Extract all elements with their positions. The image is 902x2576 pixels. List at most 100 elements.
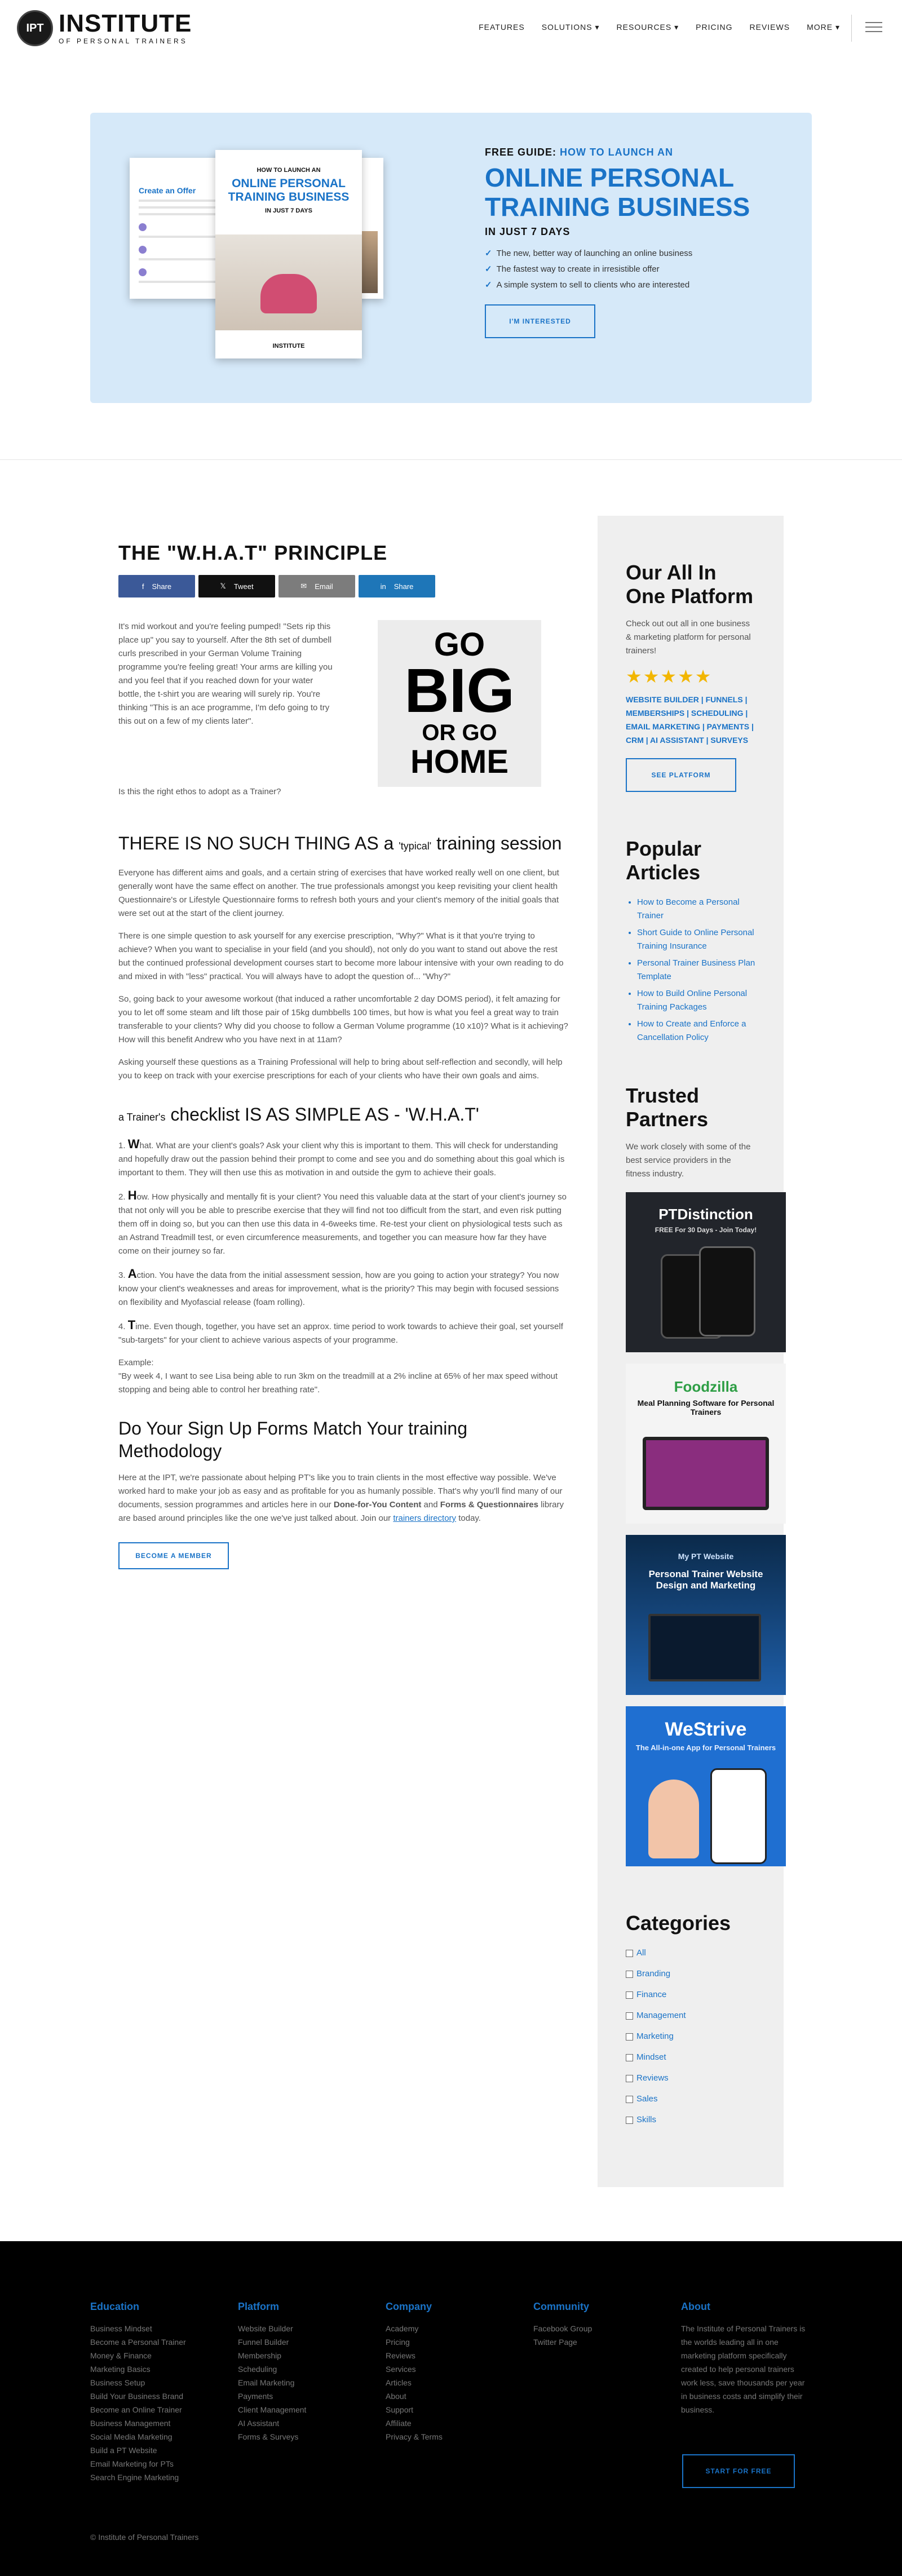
footer-link[interactable]: Affiliate <box>386 2416 493 2430</box>
nav-more[interactable]: MORE ▾ <box>807 23 840 32</box>
category-item[interactable]: Branding <box>626 1967 755 1981</box>
category-item[interactable]: Reviews <box>626 2072 755 2085</box>
menu-icon[interactable] <box>865 22 882 33</box>
footer-link[interactable]: Build Your Business Brand <box>90 2389 197 2403</box>
category-item[interactable]: Finance <box>626 1988 755 2002</box>
checkbox-icon <box>626 1991 633 1999</box>
foodzilla-ad[interactable]: Foodzilla Meal Planning Software for Per… <box>626 1364 786 1524</box>
checkbox-icon <box>626 2095 633 2103</box>
mypt-website-ad[interactable]: My PT Website Personal Trainer Website D… <box>626 1535 786 1695</box>
popular-article-link[interactable]: How to Create and Enforce a Cancellation… <box>637 1017 755 1044</box>
footer-link[interactable]: Support <box>386 2403 493 2416</box>
hero-subtitle: IN JUST 7 DAYS <box>485 226 571 237</box>
category-item[interactable]: Mindset <box>626 2051 755 2064</box>
footer-link[interactable]: Reviews <box>386 2349 493 2362</box>
category-item[interactable]: Marketing <box>626 2030 755 2043</box>
closing-paragraph: Here at the IPT, we're passionate about … <box>118 1473 564 1523</box>
hero-bullet: ✓ The new, better way of launching an onl… <box>485 249 693 258</box>
cover-photo <box>215 234 362 330</box>
popular-article-link[interactable]: How to Build Online Personal Training Pa… <box>637 987 755 1014</box>
x-icon: 𝕏 <box>220 582 226 590</box>
nav-solutions[interactable]: SOLUTIONS ▾ <box>542 23 600 32</box>
footer-heading: Platform <box>238 2301 280 2312</box>
nav-features[interactable]: FEATURES <box>479 23 525 32</box>
logo-badge: IPT <box>17 10 53 46</box>
footer-heading: Community <box>533 2301 589 2312</box>
footer-link[interactable]: Email Marketing <box>238 2376 345 2389</box>
site-logo[interactable]: IPT INSTITUTE OF PERSONAL TRAINERS <box>17 10 192 46</box>
nav-reviews[interactable]: REVIEWS <box>750 23 790 32</box>
see-platform-button[interactable]: SEE PLATFORM <box>626 758 736 792</box>
trainers-directory-link[interactable]: trainers directory <box>393 1513 456 1523</box>
footer-link[interactable]: Articles <box>386 2376 493 2389</box>
platform-text: Check out out all in one business & mark… <box>626 619 751 656</box>
category-item[interactable]: Sales <box>626 2092 755 2106</box>
footer-link[interactable]: Build a PT Website <box>90 2444 197 2457</box>
popular-article-link[interactable]: Short Guide to Online Personal Training … <box>637 926 755 953</box>
nav-pricing[interactable]: PRICING <box>696 23 732 32</box>
footer-link[interactable]: Services <box>386 2362 493 2376</box>
footer-link[interactable]: Money & Finance <box>90 2349 197 2362</box>
logo-title: INSTITUTE <box>59 10 192 37</box>
footer-heading: Education <box>90 2301 140 2312</box>
categories-title: Categories <box>626 1911 731 1935</box>
platform-feature-links[interactable]: WEBSITE BUILDER | FUNNELS | MEMBERSHIPS … <box>626 693 755 747</box>
email-share-button[interactable]: ✉ Email <box>278 575 355 597</box>
star-rating-icon: ★★★★★ <box>626 666 713 687</box>
footer-link[interactable]: Forms & Surveys <box>238 2430 345 2444</box>
hero-bullet: ✓ A simple system to sell to clients who … <box>485 280 690 290</box>
footer-link[interactable]: Pricing <box>386 2335 493 2349</box>
checklist-time: 4. Time. Even though, together, you have… <box>118 1318 563 1345</box>
foodzilla-title: Foodzilla <box>674 1378 738 1395</box>
free-guide-banner: Create an Offer HOW TO LAUNCH AN ONLINE … <box>90 113 812 403</box>
start-for-free-button[interactable]: START FOR FREE <box>682 2454 795 2488</box>
paragraph: There is one simple question to ask your… <box>118 931 564 981</box>
linkedin-share-button[interactable]: in Share <box>359 575 435 597</box>
done-for-you-link[interactable]: Done-for-You Content <box>334 1500 422 1510</box>
footer-link[interactable]: Business Management <box>90 2416 197 2430</box>
facebook-share-button[interactable]: f Share <box>118 575 195 597</box>
popular-article-link[interactable]: How to Become a Personal Trainer <box>637 896 755 923</box>
footer-link[interactable]: Search Engine Marketing <box>90 2471 197 2484</box>
footer-link[interactable]: Marketing Basics <box>90 2362 197 2376</box>
footer-link[interactable]: Twitter Page <box>533 2335 640 2349</box>
section-divider <box>0 459 902 460</box>
ptdistinction-ad[interactable]: PTDistinction FREE For 30 Days - Join To… <box>626 1192 786 1352</box>
category-item[interactable]: All <box>626 1946 755 1960</box>
footer-link[interactable]: Client Management <box>238 2403 345 2416</box>
footer-about: About The Institute of Personal Trainers… <box>681 2301 811 2416</box>
nav-resources[interactable]: RESOURCES ▾ <box>617 23 679 32</box>
forms-link[interactable]: Forms & Questionnaires <box>440 1500 538 1510</box>
footer-link[interactable]: Academy <box>386 2322 493 2335</box>
article: THE "W.H.A.T" PRINCIPLE f Share 𝕏 Tweet ✉ E… <box>118 541 569 1569</box>
footer-link[interactable]: Business Setup <box>90 2376 197 2389</box>
footer-link[interactable]: Become an Online Trainer <box>90 2403 197 2416</box>
footer-link[interactable]: About <box>386 2389 493 2403</box>
paragraph: Everyone has different aims and goals, a… <box>118 868 559 918</box>
category-item[interactable]: Skills <box>626 2113 755 2127</box>
section-heading-typical: THERE IS NO SUCH THING AS a 'typical' tr… <box>118 833 562 853</box>
footer-link[interactable]: Payments <box>238 2389 345 2403</box>
check-icon: ✓ <box>485 264 492 274</box>
copyright: © Institute of Personal Trainers <box>90 2533 199 2542</box>
im-interested-button[interactable]: I'M INTERESTED <box>485 304 595 338</box>
footer-link[interactable]: Email Marketing for PTs <box>90 2457 197 2471</box>
footer-link[interactable]: Website Builder <box>238 2322 345 2335</box>
become-member-button[interactable]: BECOME A MEMBER <box>118 1542 229 1569</box>
westrive-ad[interactable]: WeStrive The All-in-one App for Personal… <box>626 1706 786 1866</box>
footer-link[interactable]: Facebook Group <box>533 2322 640 2335</box>
footer-heading: Company <box>386 2301 432 2312</box>
footer-link[interactable]: Privacy & Terms <box>386 2430 493 2444</box>
footer-link[interactable]: Become a Personal Trainer <box>90 2335 197 2349</box>
footer-link[interactable]: Business Mindset <box>90 2322 197 2335</box>
footer-link[interactable]: AI Assistant <box>238 2416 345 2430</box>
x-share-button[interactable]: 𝕏 Tweet <box>198 575 275 597</box>
footer-link[interactable]: Funnel Builder <box>238 2335 345 2349</box>
category-item[interactable]: Management <box>626 2009 755 2022</box>
footer-link[interactable]: Membership <box>238 2349 345 2362</box>
hero-title: ONLINE PERSONAL TRAINING BUSINESS <box>485 163 750 222</box>
footer-link[interactable]: Social Media Marketing <box>90 2430 197 2444</box>
footer-link[interactable]: Scheduling <box>238 2362 345 2376</box>
main-nav: FEATURES SOLUTIONS ▾ RESOURCES ▾ PRICING… <box>479 23 840 32</box>
popular-article-link[interactable]: Personal Trainer Business Plan Template <box>637 957 755 984</box>
